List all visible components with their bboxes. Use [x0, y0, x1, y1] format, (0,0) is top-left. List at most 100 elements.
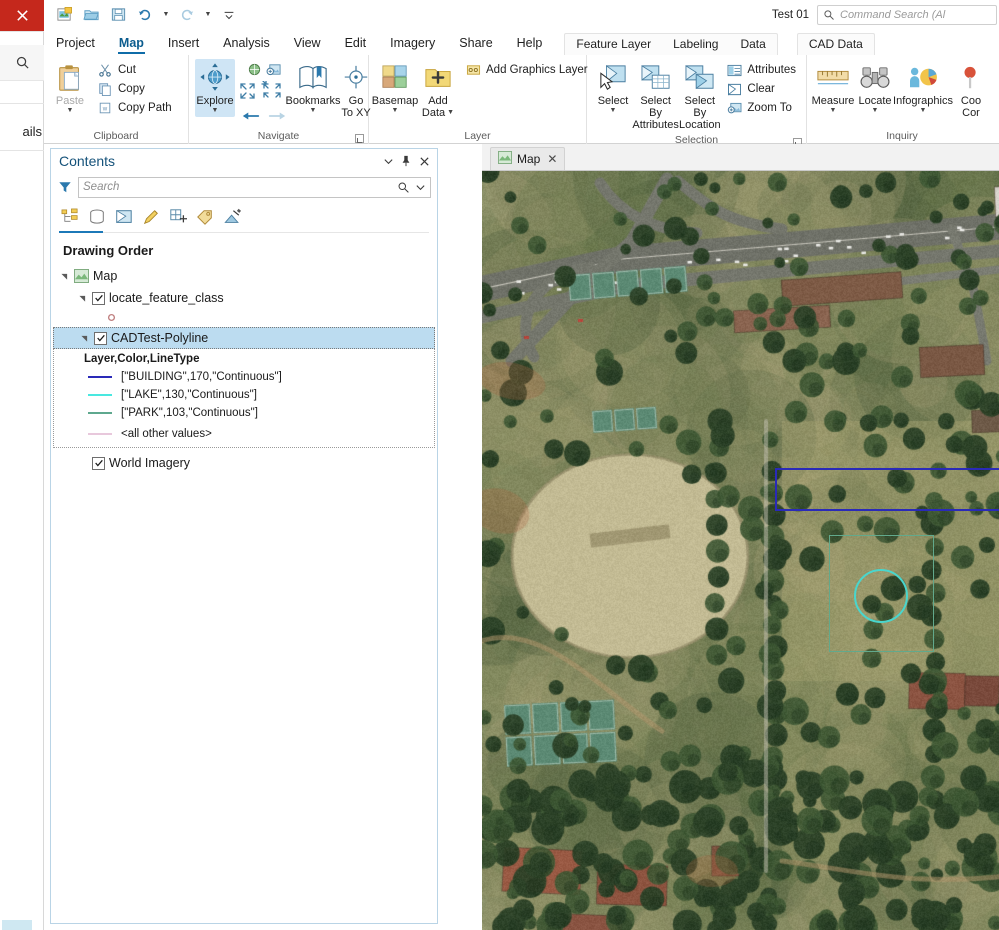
- tree-item-map[interactable]: Map: [51, 265, 437, 287]
- add-data-dropdown-caret[interactable]: ▼: [447, 109, 454, 117]
- bookmarks-button[interactable]: Bookmarks ▼: [293, 59, 333, 117]
- select-by-location-button[interactable]: Select By Location: [678, 59, 721, 133]
- close-icon[interactable]: [415, 152, 433, 170]
- tree-item-world-imagery[interactable]: World Imagery: [51, 452, 437, 474]
- layer-visibility-checkbox[interactable]: [94, 332, 107, 345]
- explore-button[interactable]: Explore ▼: [195, 59, 235, 117]
- copy-button[interactable]: Copy: [93, 80, 176, 98]
- select-button[interactable]: Select ▼: [593, 59, 633, 117]
- locate-button[interactable]: Locate ▼: [855, 59, 895, 117]
- map-view-tab-label: Map: [517, 152, 540, 166]
- navigation-arrows-grid-icon[interactable]: [238, 81, 290, 107]
- go-to-xy-icon: [341, 61, 371, 95]
- basemap-button[interactable]: Basemap ▼: [375, 59, 415, 117]
- paste-button[interactable]: Paste ▼: [50, 59, 90, 117]
- navigate-dialog-launcher[interactable]: [355, 134, 364, 143]
- redo-dropdown[interactable]: ▼: [202, 4, 214, 26]
- ribbon-tab-labeling[interactable]: Labeling: [662, 34, 729, 55]
- close-window-button[interactable]: [0, 0, 44, 31]
- explore-label: Explore: [196, 95, 233, 107]
- customize-qat-button[interactable]: [217, 4, 241, 26]
- symbology-row[interactable]: ["PARK",103,"Continuous"]: [54, 404, 434, 422]
- list-by-drawing-order-icon[interactable]: [59, 206, 81, 228]
- tree-item-locate-feature-class[interactable]: locate_feature_class: [51, 287, 437, 309]
- open-project-button[interactable]: [79, 4, 103, 26]
- layer-visibility-checkbox[interactable]: [92, 457, 105, 470]
- locate-dropdown-caret[interactable]: ▼: [872, 107, 879, 115]
- coordinate-conversion-button[interactable]: Coo Cor: [951, 59, 991, 121]
- map-view-tab[interactable]: Map ✕: [490, 147, 565, 170]
- redo-button[interactable]: [175, 4, 199, 26]
- expander-icon[interactable]: [79, 333, 90, 344]
- measure-label: Measure: [812, 95, 855, 107]
- expander-icon[interactable]: [77, 293, 88, 304]
- basemap-dropdown-caret[interactable]: ▼: [392, 107, 399, 115]
- close-icon[interactable]: ✕: [545, 152, 557, 166]
- map-canvas[interactable]: [482, 171, 999, 930]
- expander-icon[interactable]: [59, 271, 70, 282]
- full-extent-button[interactable]: [247, 62, 262, 80]
- new-project-button[interactable]: [52, 4, 76, 26]
- command-search-input[interactable]: Command Search (Al: [817, 5, 997, 25]
- copy-path-button[interactable]: w Copy Path: [93, 99, 176, 117]
- add-graphics-layer-button[interactable]: Add Graphics Layer: [461, 61, 592, 79]
- pin-icon[interactable]: [397, 152, 415, 170]
- ribbon-tab-view[interactable]: View: [282, 33, 333, 55]
- fixed-zoom-in-button[interactable]: [266, 62, 282, 80]
- layer-visibility-checkbox[interactable]: [92, 292, 105, 305]
- symbology-row[interactable]: ["LAKE",130,"Continuous"]: [54, 386, 434, 404]
- ribbon-tab-analysis[interactable]: Analysis: [211, 33, 282, 55]
- infographics-dropdown-caret[interactable]: ▼: [920, 107, 927, 115]
- bookmarks-dropdown-caret[interactable]: ▼: [310, 107, 317, 115]
- paste-icon: [55, 61, 85, 95]
- select-dropdown-caret[interactable]: ▼: [610, 107, 617, 115]
- ribbon-tab-cad-data[interactable]: CAD Data: [798, 34, 874, 55]
- attributes-button[interactable]: Attributes: [722, 61, 800, 79]
- list-by-data-source-icon[interactable]: [86, 206, 108, 228]
- ribbon-tab-insert[interactable]: Insert: [156, 33, 211, 55]
- add-data-button[interactable]: Add Data ▼: [418, 59, 458, 121]
- symbology-row[interactable]: ["BUILDING",170,"Continuous"]: [54, 368, 434, 386]
- measure-dropdown-caret[interactable]: ▼: [830, 107, 837, 115]
- tree-item-point-symbol: [51, 309, 437, 327]
- cut-button[interactable]: Cut: [93, 61, 176, 79]
- previous-extent-icon[interactable]: [241, 109, 261, 123]
- list-by-selection-icon[interactable]: [113, 206, 135, 228]
- zoom-to-label: Zoom To: [747, 102, 792, 114]
- ribbon-tab-map[interactable]: Map: [107, 33, 156, 55]
- ribbon-tab-imagery[interactable]: Imagery: [378, 33, 447, 55]
- next-extent-icon[interactable]: [267, 109, 287, 123]
- paste-dropdown-caret[interactable]: ▼: [67, 107, 74, 115]
- save-project-button[interactable]: [106, 4, 130, 26]
- ribbon-tab-project[interactable]: Project: [44, 33, 107, 55]
- zoom-to-selection-button[interactable]: Zoom To: [722, 99, 800, 117]
- select-by-attributes-button[interactable]: Select By Attributes: [634, 59, 677, 133]
- tree-item-cadtest-polyline[interactable]: CADTest-Polyline: [53, 327, 435, 349]
- symbology-row[interactable]: <all other values>: [54, 425, 434, 443]
- list-by-editing-icon[interactable]: [140, 206, 162, 228]
- undo-button[interactable]: [133, 4, 157, 26]
- measure-button[interactable]: Measure ▼: [813, 59, 853, 117]
- list-by-snapping-icon[interactable]: [167, 206, 189, 228]
- ribbon-tab-help[interactable]: Help: [505, 33, 555, 55]
- undo-dropdown[interactable]: ▼: [160, 4, 172, 26]
- infographics-button[interactable]: Infographics ▼: [897, 59, 949, 117]
- coordinate-conversion-label-1: Coo: [961, 95, 981, 107]
- contents-search-input[interactable]: Search: [78, 177, 431, 198]
- left-taskbar-item[interactable]: [2, 920, 32, 930]
- search-options-chevron-icon[interactable]: [415, 182, 426, 193]
- menu-chevron-icon[interactable]: [379, 152, 397, 170]
- list-by-diagrams-icon[interactable]: [221, 206, 243, 228]
- ribbon-tab-data[interactable]: Data: [729, 34, 776, 55]
- add-graphics-layer-label: Add Graphics Layer: [486, 64, 588, 76]
- clear-selection-button[interactable]: Clear: [722, 80, 800, 98]
- ribbon-tab-edit[interactable]: Edit: [333, 33, 379, 55]
- ribbon-tab-feature-layer[interactable]: Feature Layer: [565, 34, 662, 55]
- ribbon-tab-share[interactable]: Share: [447, 33, 504, 55]
- left-search-button[interactable]: [0, 45, 44, 81]
- explore-dropdown-caret[interactable]: ▼: [212, 107, 219, 115]
- filter-icon[interactable]: [57, 179, 73, 195]
- list-by-labeling-icon[interactable]: [194, 206, 216, 228]
- map-canvas-container[interactable]: [482, 170, 999, 930]
- paste-label: Paste: [56, 95, 84, 107]
